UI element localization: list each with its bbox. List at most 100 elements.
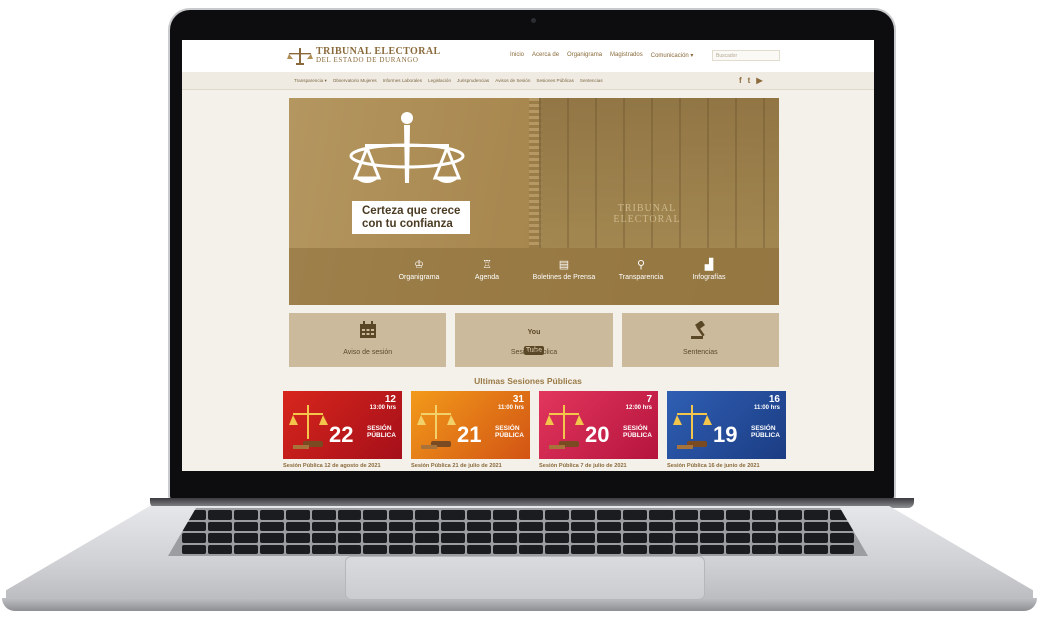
session-card[interactable]: 31 11:00 hrs 21 SESIÓN PÚBLICA Sesión Públ… — [411, 391, 530, 469]
nav-inicio[interactable]: Inicio — [510, 52, 524, 59]
keyboard-key — [804, 510, 829, 520]
quicklink-organigrama[interactable]: ♔ Organigrama — [385, 248, 453, 281]
keyboard-key — [700, 544, 725, 554]
youtube-icon[interactable]: ▶ — [756, 76, 762, 85]
quicklink-boletines[interactable]: ▤ Boletines de Prensa — [521, 248, 607, 281]
tile-label: Aviso de sesión — [343, 349, 393, 356]
keyboard-key — [778, 510, 803, 520]
keyboard-key — [570, 533, 595, 543]
keyboard-key — [285, 521, 310, 531]
site-logo[interactable]: TRIBUNAL ELECTORAL DEL ESTADO DE DURANGO — [316, 47, 441, 65]
keyboard-key — [285, 533, 310, 543]
subnav-legislacion[interactable]: Legislación — [428, 78, 451, 84]
scale-gavel-icon — [289, 405, 328, 449]
session-word-1: SESIÓN — [623, 425, 648, 432]
session-caption[interactable]: Sesión Pública 12 de agosto de 2021 — [283, 463, 402, 469]
session-time: 11:00 hrs — [497, 405, 524, 411]
keyboard-key — [518, 533, 543, 543]
subnav-sentencias[interactable]: Sentencias — [580, 78, 603, 84]
session-card-image[interactable]: 7 12:00 hrs 20 SESIÓN PÚBLICA — [539, 391, 658, 459]
keyboard-key — [648, 521, 673, 531]
keyboard-key — [311, 544, 336, 554]
nav-acerca-de[interactable]: Acerca de — [532, 52, 559, 59]
session-card-image[interactable]: 16 11:00 hrs 19 SESIÓN PÚBLICA — [667, 391, 786, 459]
tile-label: Sentencias — [683, 349, 718, 356]
nav-organigrama[interactable]: Organigrama — [567, 52, 602, 59]
keyboard-key — [596, 544, 621, 554]
keyboard-key — [493, 510, 517, 520]
keyboard-key — [622, 544, 647, 554]
facebook-icon[interactable]: f — [739, 76, 742, 85]
keyboard-key — [622, 521, 647, 531]
keyboard-key — [259, 521, 284, 531]
keyboard-key — [648, 533, 673, 543]
chart-icon: ▟ — [704, 259, 714, 271]
logo-scale-icon[interactable] — [287, 46, 313, 66]
session-word-1: SESIÓN — [751, 425, 776, 432]
keyboard-key — [648, 544, 673, 554]
quicklink-infografias[interactable]: ▟ Infografías — [675, 248, 743, 281]
keyboard-key — [648, 510, 673, 520]
keyboard-key — [182, 544, 206, 554]
search-input[interactable]: Buscador — [712, 50, 780, 61]
session-date: 7 12:00 hrs — [626, 395, 652, 413]
session-word-1: SESIÓN — [367, 425, 392, 432]
session-card-image[interactable]: 12 13:00 hrs 22 SESIÓN PÚBLICA — [283, 391, 402, 459]
nav-magistrados[interactable]: Magistrados — [610, 52, 643, 59]
keyboard-key — [752, 533, 777, 543]
subnav-avisos[interactable]: Avisos de Sesión — [495, 78, 530, 84]
session-number: 21 — [457, 422, 482, 447]
keyboard-key — [207, 521, 232, 531]
subnav-sesiones[interactable]: Sesiones Públicas — [536, 78, 574, 84]
keyboard-key — [207, 510, 232, 520]
nav-comunicacion[interactable]: Comunicación ▾ — [651, 52, 694, 59]
keyboard-key — [363, 533, 388, 543]
subnav-transparencia[interactable]: Transparencia ▾ — [294, 78, 327, 84]
scale-gavel-icon — [673, 405, 712, 449]
session-time: 11:00 hrs — [753, 405, 780, 411]
session-card[interactable]: 12 13:00 hrs 22 SESIÓN PÚBLICA Sesión Públ… — [283, 391, 402, 469]
keyboard-key — [493, 533, 517, 543]
keyboard-key — [596, 521, 621, 531]
keyboard-key — [778, 544, 803, 554]
keyboard-key — [311, 533, 336, 543]
keyboard-key — [441, 510, 466, 520]
session-card-image[interactable]: 31 11:00 hrs 21 SESIÓN PÚBLICA — [411, 391, 530, 459]
keyboard-key — [622, 510, 647, 520]
keyboard-key — [804, 544, 829, 554]
session-day: 16 — [768, 394, 780, 405]
subnav-observatorio[interactable]: Observatorio Mujeres — [333, 78, 377, 84]
session-caption[interactable]: Sesión Pública 7 de julio de 2021 — [539, 463, 658, 469]
keyboard-key — [337, 533, 362, 543]
tile-sentencias[interactable]: Sentencias — [621, 313, 779, 367]
keyboard-key — [441, 521, 466, 531]
keyboard-key — [259, 533, 284, 543]
tile-sesion-publica[interactable]: You Tube Sesión Pública — [455, 313, 613, 367]
quicklink-label: Boletines de Prensa — [532, 274, 596, 281]
logo-line-1: TRIBUNAL ELECTORAL — [316, 46, 441, 57]
keyboard-key — [441, 533, 466, 543]
keyboard-key — [544, 533, 569, 543]
keyboard-key — [570, 521, 595, 531]
hero-quick-links: ♔ Organigrama ♖ Agenda ▤ Boletines de Pr… — [289, 248, 779, 305]
subnav-jurisprudencias[interactable]: Jurisprudencias — [457, 78, 489, 84]
session-caption[interactable]: Sesión Pública 16 de junio de 2021 — [667, 463, 786, 469]
twitter-icon[interactable]: t — [748, 76, 751, 85]
session-caption[interactable]: Sesión Pública 21 de julio de 2021 — [411, 463, 530, 469]
session-word: SESIÓN PÚBLICA — [623, 425, 652, 439]
keyboard-key — [570, 544, 595, 554]
session-card[interactable]: 16 11:00 hrs 19 SESIÓN PÚBLICA Sesión Públ… — [667, 391, 786, 469]
session-day: 12 — [384, 394, 396, 405]
keyboard-key — [363, 510, 388, 520]
keyboard-key — [415, 533, 440, 543]
quicklink-transparencia[interactable]: ⚲ Transparencia — [607, 248, 675, 281]
keyboard-key — [778, 521, 803, 531]
subnav-informes[interactable]: Informes Laborales — [383, 78, 422, 84]
session-date: 31 11:00 hrs — [498, 395, 524, 413]
agenda-icon: ♖ — [482, 259, 492, 271]
tile-aviso-de-sesion[interactable]: Aviso de sesión — [289, 313, 447, 367]
keyboard-key — [182, 533, 206, 543]
session-card[interactable]: 7 12:00 hrs 20 SESIÓN PÚBLICA Sesión Públi… — [539, 391, 658, 469]
quicklink-agenda[interactable]: ♖ Agenda — [453, 248, 521, 281]
keyboard-key — [752, 544, 777, 554]
